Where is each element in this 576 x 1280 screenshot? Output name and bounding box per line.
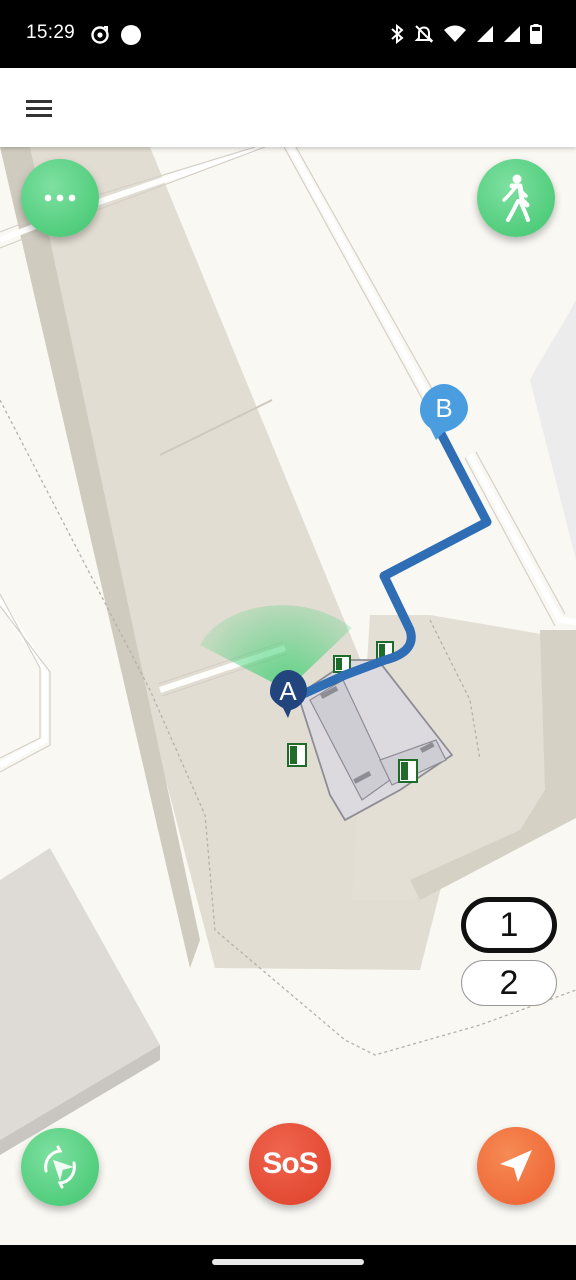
end-marker-label: B bbox=[435, 393, 452, 423]
navigate-button[interactable] bbox=[477, 1127, 555, 1205]
hamburger-menu-icon bbox=[26, 100, 52, 117]
battery-icon bbox=[530, 24, 542, 44]
sos-button[interactable]: SoS bbox=[249, 1123, 331, 1205]
compass-rotate-icon bbox=[44, 1145, 76, 1189]
floor-button[interactable]: 2 bbox=[461, 960, 557, 1006]
floor-button-active[interactable]: 1 bbox=[461, 897, 557, 953]
sos-label: SoS bbox=[262, 1147, 318, 1180]
signal-icon bbox=[477, 26, 493, 42]
walking-person-icon bbox=[502, 174, 530, 222]
menu-button[interactable] bbox=[20, 90, 58, 126]
map-view[interactable]: B A 1 2 SoS bbox=[0, 147, 576, 1245]
wifi-icon bbox=[444, 25, 466, 42]
more-options-icon bbox=[44, 194, 76, 202]
more-options-button[interactable] bbox=[21, 159, 99, 237]
bluetooth-icon bbox=[391, 24, 404, 44]
signal-icon bbox=[504, 26, 520, 42]
app-bar bbox=[0, 68, 576, 147]
system-nav-bar bbox=[0, 1245, 576, 1280]
start-marker-label: A bbox=[279, 676, 297, 706]
music-sync-icon bbox=[91, 26, 109, 44]
mute-icon bbox=[414, 25, 434, 43]
door-icon bbox=[287, 743, 307, 767]
walk-mode-button[interactable] bbox=[477, 159, 555, 237]
end-marker[interactable]: B bbox=[420, 384, 468, 440]
navigation-arrow-icon bbox=[500, 1150, 532, 1182]
door-icon bbox=[398, 759, 418, 783]
map-canvas[interactable]: B A bbox=[0, 147, 576, 1245]
dot-icon bbox=[121, 25, 141, 45]
recenter-button[interactable] bbox=[21, 1128, 99, 1206]
status-bar: 15:29 bbox=[0, 0, 576, 68]
status-time: 15:29 bbox=[26, 22, 76, 43]
status-right-icons bbox=[389, 24, 542, 44]
map-gray-area bbox=[530, 300, 576, 560]
home-gesture-pill[interactable] bbox=[212, 1259, 364, 1265]
status-left-icons bbox=[90, 24, 142, 46]
